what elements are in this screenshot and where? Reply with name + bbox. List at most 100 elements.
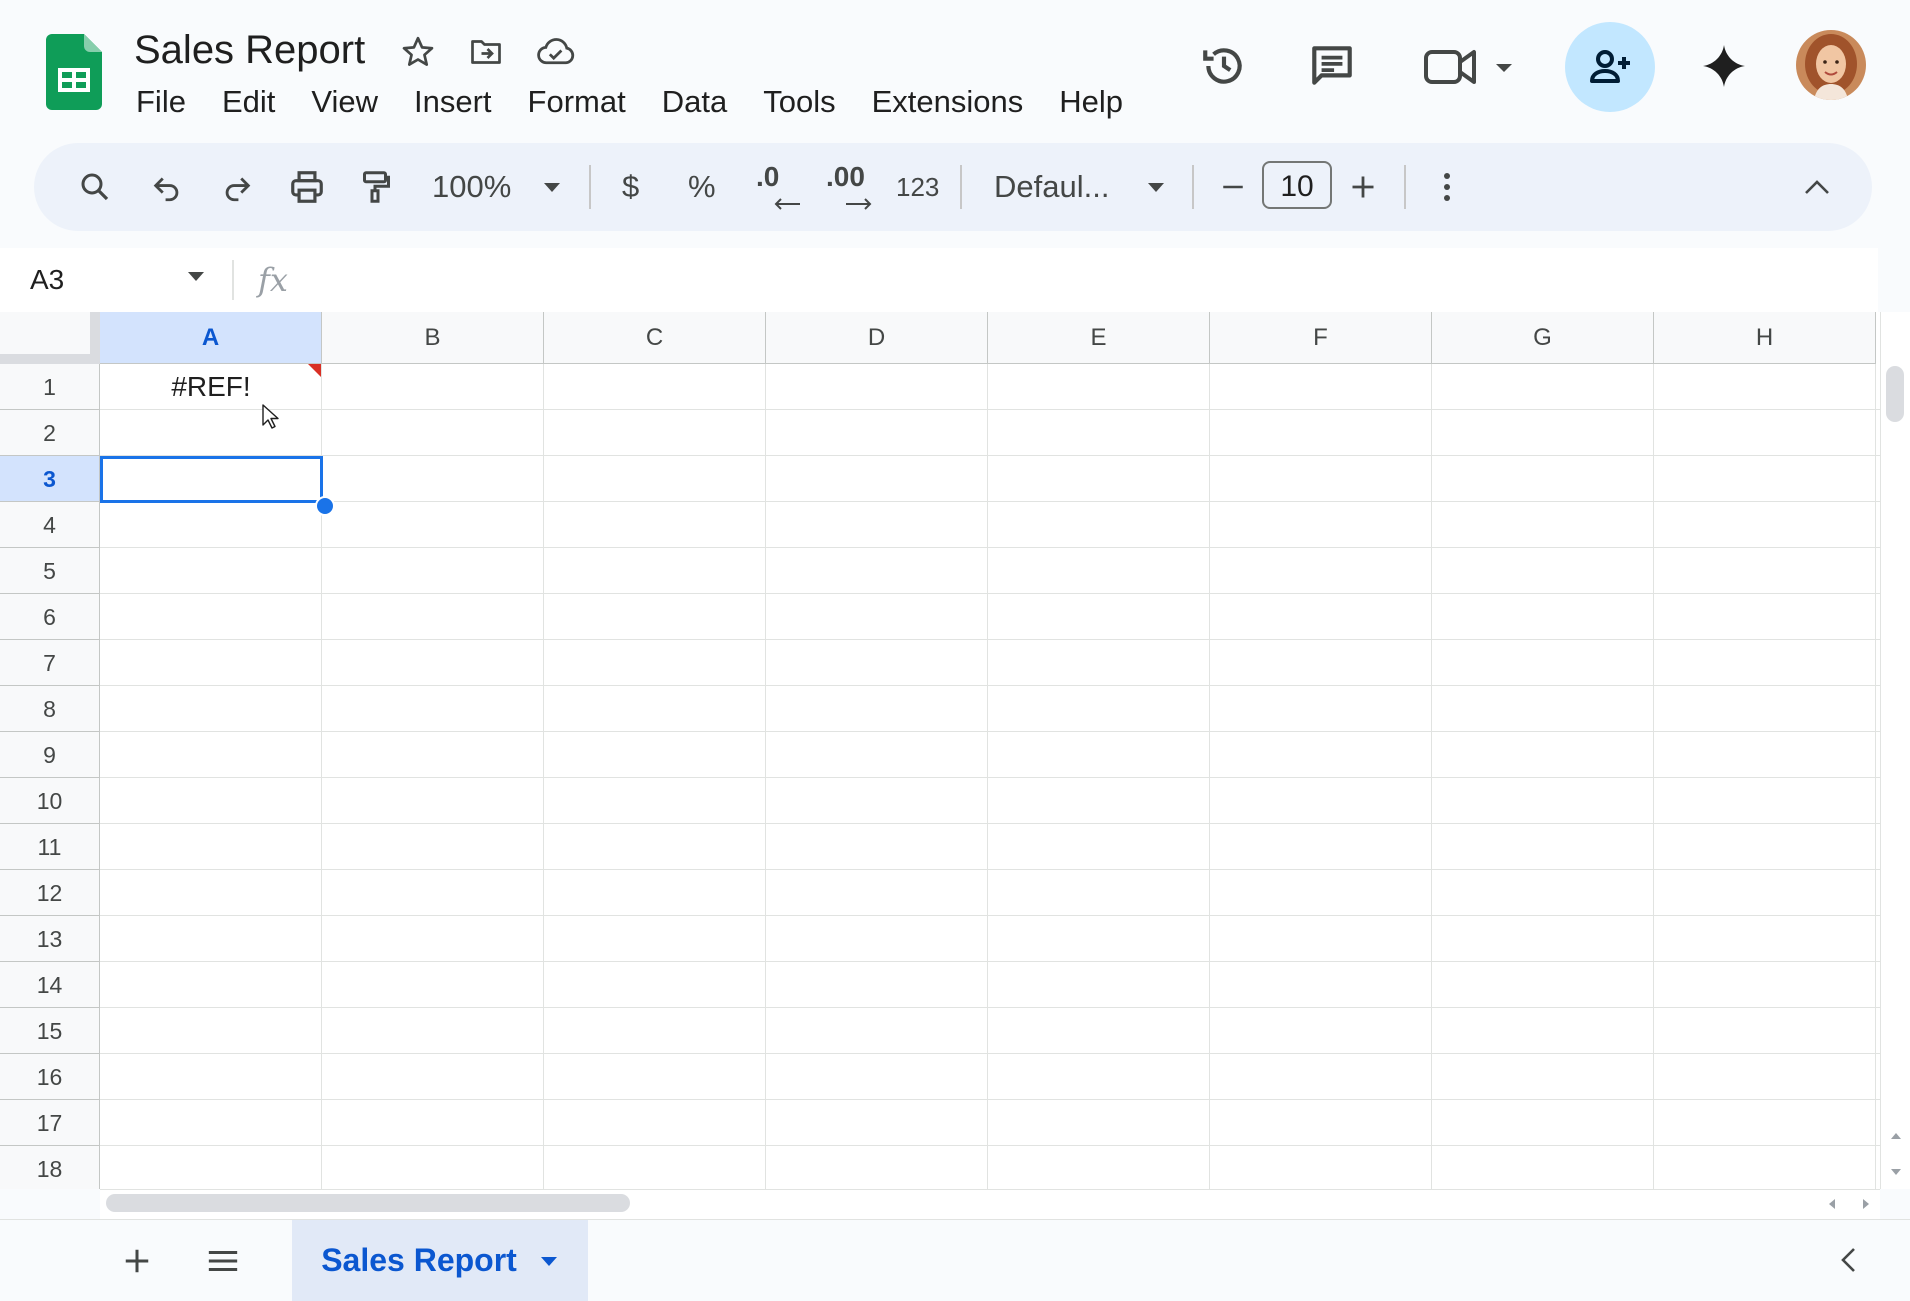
row-header-4[interactable]: 4 (0, 502, 100, 548)
font-family-select[interactable]: Defaul... (994, 143, 1109, 231)
percent-format-button[interactable]: % (688, 143, 716, 231)
all-sheets-button[interactable] (198, 1236, 248, 1286)
row-header-10[interactable]: 10 (0, 778, 100, 824)
redo-icon[interactable] (214, 143, 260, 231)
gridline (100, 1053, 1880, 1054)
menu-extensions[interactable]: Extensions (872, 80, 1024, 124)
increase-font-size-button[interactable] (1340, 143, 1386, 231)
move-folder-icon[interactable] (466, 32, 506, 72)
fx-icon: fx (258, 261, 288, 299)
row-freeze-handle[interactable] (0, 354, 100, 364)
toolbar-divider (589, 165, 591, 209)
comments-icon[interactable] (1302, 36, 1362, 96)
share-button[interactable] (1565, 22, 1655, 112)
error-indicator[interactable] (308, 364, 321, 377)
menu-data[interactable]: Data (662, 80, 727, 124)
decrease-font-size-button[interactable] (1210, 143, 1256, 231)
gridline (100, 823, 1880, 824)
star-icon[interactable] (398, 32, 438, 72)
font-size-input[interactable]: 10 (1262, 161, 1332, 209)
row-header-15[interactable]: 15 (0, 1008, 100, 1054)
vertical-scroll-thumb[interactable] (1886, 366, 1904, 422)
document-title[interactable]: Sales Report (134, 26, 365, 74)
gridline (100, 639, 1880, 640)
cloud-saved-icon[interactable] (536, 32, 576, 72)
fill-handle[interactable] (315, 496, 335, 516)
chevron-down-icon[interactable] (539, 1255, 559, 1267)
undo-icon[interactable] (144, 143, 190, 231)
collapse-chevron-icon[interactable] (1794, 143, 1840, 231)
row-header-7[interactable]: 7 (0, 640, 100, 686)
row-header-1[interactable]: 1 (0, 364, 100, 410)
menu-view[interactable]: View (311, 80, 378, 124)
column-header-a[interactable]: A (100, 312, 322, 364)
column-header-g[interactable]: G (1432, 312, 1654, 364)
formula-input[interactable] (310, 248, 1870, 312)
gridline (100, 593, 1880, 594)
formula-bar-divider (232, 260, 234, 300)
name-box[interactable]: A3 (30, 248, 64, 312)
column-header-d[interactable]: D (766, 312, 988, 364)
row-header-17[interactable]: 17 (0, 1100, 100, 1146)
menu-tools[interactable]: Tools (763, 80, 835, 124)
row-header-6[interactable]: 6 (0, 594, 100, 640)
add-sheet-button[interactable] (112, 1236, 162, 1286)
horizontal-scroll-thumb[interactable] (106, 1194, 630, 1212)
number-format-button[interactable]: 123 (896, 143, 939, 231)
column-header-c[interactable]: C (544, 312, 766, 364)
row-header-18[interactable]: 18 (0, 1146, 100, 1189)
increase-decimal-button[interactable]: .00 (820, 143, 886, 231)
row-header-5[interactable]: 5 (0, 548, 100, 594)
menu-edit[interactable]: Edit (222, 80, 275, 124)
more-vert-icon[interactable] (1424, 143, 1470, 231)
side-panel-toggle-icon[interactable] (1826, 1238, 1870, 1282)
row-header-11[interactable]: 11 (0, 824, 100, 870)
selected-cell-a3[interactable] (100, 456, 323, 503)
gridline (100, 501, 1880, 502)
search-icon[interactable] (72, 143, 118, 231)
menu-insert[interactable]: Insert (414, 80, 492, 124)
scroll-up-icon[interactable] (1884, 1124, 1908, 1148)
column-header-e[interactable]: E (988, 312, 1210, 364)
paint-format-icon[interactable] (352, 143, 398, 231)
column-header-b[interactable]: B (322, 312, 544, 364)
row-header-2[interactable]: 2 (0, 410, 100, 456)
gridline (100, 869, 1880, 870)
row-header-8[interactable]: 8 (0, 686, 100, 732)
decrease-decimal-button[interactable]: .0 (748, 143, 808, 231)
row-header-14[interactable]: 14 (0, 962, 100, 1008)
menu-bar: File Edit View Insert Format Data Tools … (136, 80, 1128, 124)
chevron-down-icon[interactable] (1138, 143, 1174, 231)
row-header-9[interactable]: 9 (0, 732, 100, 778)
sheets-logo-icon[interactable] (46, 34, 102, 110)
cell-a1[interactable]: #REF! (100, 364, 322, 410)
currency-format-button[interactable]: $ (622, 143, 639, 231)
column-header-f[interactable]: F (1210, 312, 1432, 364)
increase-decimal-label: .00 (826, 161, 865, 192)
vertical-scrollbar[interactable] (1880, 312, 1910, 1189)
zoom-select[interactable]: 100% (432, 143, 511, 231)
scroll-right-icon[interactable] (1854, 1192, 1878, 1216)
version-history-icon[interactable] (1194, 36, 1254, 96)
sheet-tab-label: Sales Report (321, 1242, 517, 1278)
avatar[interactable] (1796, 30, 1866, 100)
meet-video-icon[interactable] (1420, 36, 1520, 96)
sheet-bar: Sales Report (0, 1219, 1910, 1301)
print-icon[interactable] (284, 143, 330, 231)
chevron-down-icon[interactable] (534, 143, 570, 231)
scroll-left-icon[interactable] (1820, 1192, 1844, 1216)
scroll-down-icon[interactable] (1884, 1160, 1908, 1184)
sheet-tab[interactable]: Sales Report (292, 1220, 588, 1301)
row-header-12[interactable]: 12 (0, 870, 100, 916)
menu-file[interactable]: File (136, 80, 186, 124)
menu-help[interactable]: Help (1059, 80, 1123, 124)
column-header-h[interactable]: H (1654, 312, 1876, 364)
chevron-down-icon[interactable] (186, 270, 206, 282)
menu-lines-icon (208, 1250, 238, 1272)
row-header-3[interactable]: 3 (0, 456, 100, 502)
row-header-13[interactable]: 13 (0, 916, 100, 962)
menu-format[interactable]: Format (528, 80, 626, 124)
gemini-sparkle-icon[interactable] (1694, 36, 1754, 96)
row-header-16[interactable]: 16 (0, 1054, 100, 1100)
spreadsheet-grid[interactable]: A B C D E F G H 1 2 3 4 5 6 7 8 9 10 11 12 13 14 15 16 17 18 #REF! (0, 312, 1880, 1189)
